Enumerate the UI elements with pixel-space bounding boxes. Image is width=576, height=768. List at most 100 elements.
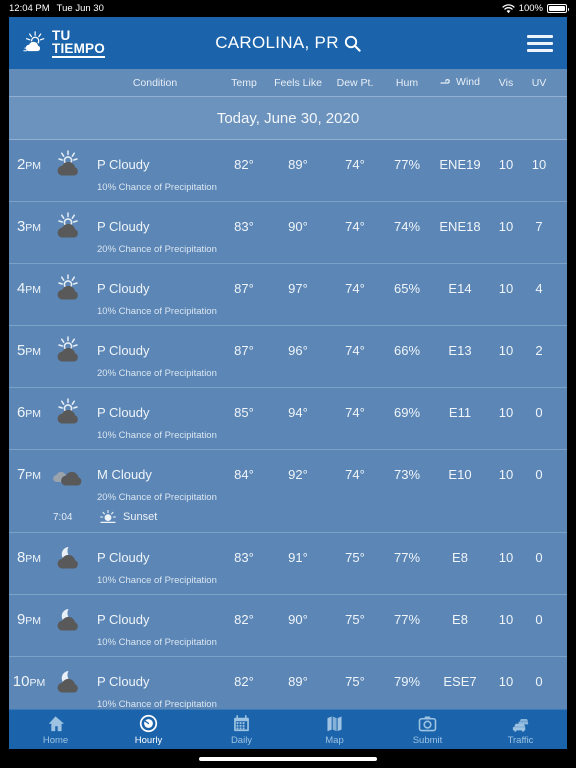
row-dew-point: 74° <box>345 466 365 482</box>
hourly-row[interactable]: 9PM P Cloudy 82° 90° 75° 77% E8 10 0 10% Chance o… <box>9 595 567 657</box>
row-visibility: 10 <box>498 280 514 296</box>
tab-traffic[interactable]: Traffic <box>474 710 567 749</box>
weather-app: TU TIEMPO CAROLINA, PR Condition Temp Fe… <box>9 17 567 749</box>
row-weather-icon-wrap <box>49 543 91 571</box>
row-humidity: 74% <box>393 218 421 234</box>
row-feels-like: 92° <box>288 466 308 482</box>
row-condition: P Cloudy <box>97 611 150 627</box>
row-time-ampm: PM <box>25 283 42 296</box>
row-dew-point: 74° <box>345 156 365 172</box>
hourly-row-main: 10PM P Cloudy 82° 89° 75° 79% ESE7 10 0 <box>9 667 567 695</box>
row-humidity: 77% <box>393 611 421 627</box>
hourly-row[interactable]: 3PM P Cloudy 83° 90° 74° 74% ENE18 10 7 20% Chanc… <box>9 202 567 264</box>
row-wind: ENE19 <box>439 156 481 172</box>
hourly-row-main: 6PM P Cloudy 85° 94° 74° 69% E11 10 0 <box>9 398 567 426</box>
row-uv: 2 <box>535 342 543 358</box>
tab-submit[interactable]: Submit <box>381 710 474 749</box>
hourly-row[interactable]: 4PM P Cloudy 87° 97° 74° 65% E14 10 4 10% Chance … <box>9 264 567 326</box>
row-time: 10PM <box>9 673 49 690</box>
hamburger-menu-icon[interactable] <box>527 34 553 52</box>
row-wind: ESE7 <box>443 673 477 689</box>
row-temp: 87° <box>234 280 254 296</box>
row-weather-icon-wrap <box>49 150 91 178</box>
row-time-ampm: PM <box>25 221 42 234</box>
row-precipitation: 20% Chance of Precipitation <box>97 368 217 379</box>
partly-cloudy-day-icon <box>57 336 78 362</box>
tab-label: Traffic <box>507 734 534 746</box>
row-precipitation: 10% Chance of Precipitation <box>97 306 217 317</box>
day-banner: Today, June 30, 2020 <box>9 97 567 140</box>
tab-hourly[interactable]: Hourly <box>102 710 195 749</box>
row-uv: 0 <box>535 466 543 482</box>
row-weather-icon-wrap <box>49 398 91 426</box>
camera-icon <box>418 715 437 731</box>
row-precipitation: 20% Chance of Precipitation <box>97 492 217 503</box>
row-temp: 84° <box>234 466 254 482</box>
row-time-ampm: PM <box>25 159 42 172</box>
row-wind: E10 <box>448 466 472 482</box>
row-dew-point: 75° <box>345 549 365 565</box>
wind-arrow-icon <box>440 79 450 84</box>
hourly-row[interactable]: 6PM P Cloudy 85° 94° 74° 69% E11 10 0 10% Chance … <box>9 388 567 450</box>
partly-cloudy-day-icon <box>57 274 78 300</box>
hourly-row[interactable]: 7PM M Cloudy 84° 92° 74° 73% E10 10 0 20% Chance … <box>9 450 567 533</box>
app-logo[interactable]: TU TIEMPO <box>23 28 105 58</box>
row-precipitation: 10% Chance of Precipitation <box>97 637 217 648</box>
tab-label: Submit <box>412 734 443 746</box>
row-weather-icon-wrap <box>49 212 91 240</box>
row-condition: P Cloudy <box>97 280 150 296</box>
tab-label: Home <box>42 734 69 746</box>
hourly-row[interactable]: 2PM P Cloudy 82° 89° 74° 77% ENE19 10 10 10% Chan… <box>9 140 567 202</box>
home-icon <box>48 715 65 731</box>
row-temp: 83° <box>234 218 254 234</box>
tab-label: Map <box>325 734 344 746</box>
row-feels-like: 91° <box>288 549 308 565</box>
row-temp: 85° <box>234 404 254 420</box>
row-wind: E8 <box>452 549 468 565</box>
ios-status-bar: 12:04 PM Tue Jun 30 100% <box>0 0 576 17</box>
row-time: 7PM <box>9 466 49 483</box>
col-header-dew-point: Dew Pt. <box>336 76 374 89</box>
hourly-row[interactable]: 10PM P Cloudy 82° 89° 75° 79% ESE7 10 0 10% Chanc… <box>9 657 567 709</box>
row-uv: 0 <box>535 404 543 420</box>
sun-cloud-logo-icon <box>23 31 45 52</box>
search-icon[interactable] <box>344 35 361 52</box>
tab-daily[interactable]: Daily <box>195 710 288 749</box>
row-condition: P Cloudy <box>97 549 150 565</box>
row-weather-icon-wrap <box>49 336 91 364</box>
status-bar-date: Tue Jun 30 <box>56 3 104 14</box>
battery-percent-label: 100% <box>518 3 543 14</box>
row-condition: P Cloudy <box>97 156 150 172</box>
tab-label: Hourly <box>134 734 163 746</box>
hourly-row[interactable]: 5PM P Cloudy 87° 96° 74° 66% E13 10 2 20% Chance … <box>9 326 567 388</box>
row-uv: 7 <box>535 218 543 234</box>
row-weather-icon-wrap <box>49 667 91 695</box>
row-humidity: 65% <box>393 280 421 296</box>
location-title: CAROLINA, PR <box>215 33 339 52</box>
device-screen: 12:04 PM Tue Jun 30 100% TU TIEMPO CAROL… <box>0 0 576 768</box>
row-humidity: 66% <box>393 342 421 358</box>
row-humidity: 77% <box>393 549 421 565</box>
row-humidity: 79% <box>393 673 421 689</box>
tab-map[interactable]: Map <box>288 710 381 749</box>
sun-event-icon-wrap <box>97 510 119 524</box>
traffic-icon <box>512 718 529 732</box>
hourly-row[interactable]: 8PM P Cloudy 83° 91° 75° 77% E8 10 0 10% Chance o… <box>9 533 567 595</box>
row-dew-point: 74° <box>345 280 365 296</box>
row-precipitation: 10% Chance of Precipitation <box>97 699 217 709</box>
row-wind: E14 <box>448 280 472 296</box>
row-uv: 0 <box>535 611 543 627</box>
row-humidity: 77% <box>393 156 421 172</box>
row-condition: P Cloudy <box>97 218 150 234</box>
row-precipitation: 10% Chance of Precipitation <box>97 182 217 193</box>
hourly-forecast-list[interactable]: 2PM P Cloudy 82° 89° 74° 77% ENE19 10 10 10% Chan… <box>9 140 567 709</box>
row-dew-point: 75° <box>345 673 365 689</box>
col-header-visibility: Vis <box>498 76 514 89</box>
tab-home[interactable]: Home <box>9 710 102 749</box>
row-humidity: 69% <box>393 404 421 420</box>
row-precipitation: 20% Chance of Precipitation <box>97 244 217 255</box>
row-feels-like: 89° <box>288 673 308 689</box>
sun-event-row: 7:04 Sunset <box>9 510 567 524</box>
calendar-icon <box>234 714 249 731</box>
battery-full-icon <box>547 3 569 14</box>
